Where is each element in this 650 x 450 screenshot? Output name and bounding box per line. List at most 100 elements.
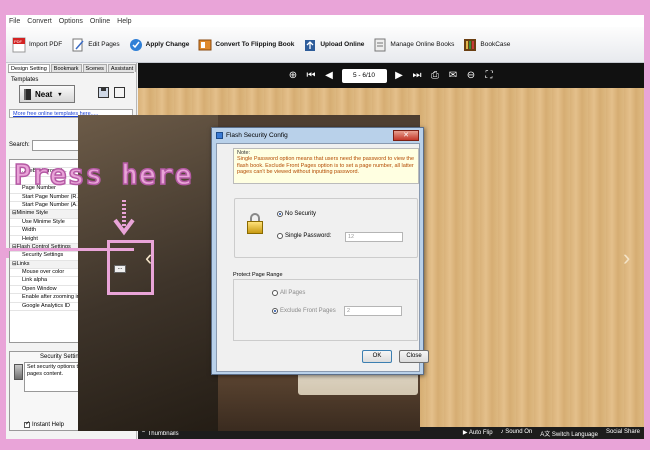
password-field[interactable]: 12 bbox=[345, 232, 403, 242]
property-key: Google Analytics ID bbox=[22, 302, 70, 309]
svg-text:PDF: PDF bbox=[14, 39, 23, 44]
templates-label: Templates bbox=[11, 77, 39, 83]
single-password-radio[interactable] bbox=[277, 233, 283, 239]
property-key: Start Page Number (A... bbox=[22, 201, 81, 208]
convert-button[interactable]: Convert To Flipping Book bbox=[198, 33, 294, 57]
prev-page-icon[interactable]: ◀ bbox=[324, 70, 335, 81]
ok-button[interactable]: OK bbox=[362, 350, 392, 363]
save-icon[interactable] bbox=[98, 87, 109, 98]
tab-scenes[interactable]: Scenes bbox=[82, 64, 107, 72]
no-security-label: No Security bbox=[285, 211, 317, 217]
left-tabs: Design Setting Bookmark Scenes Assistant bbox=[8, 64, 137, 73]
menu-options[interactable]: Options bbox=[59, 18, 83, 25]
protect-range-group: All Pages Exclude Front Pages 2 bbox=[233, 279, 418, 341]
instant-help-checkbox[interactable] bbox=[24, 420, 30, 428]
page-indicator[interactable]: 5 - 6/10 bbox=[341, 68, 387, 83]
sound-button[interactable]: ♪ Sound On bbox=[501, 429, 533, 438]
next-page-icon[interactable]: ▶ bbox=[394, 70, 405, 81]
dialog-close-icon[interactable]: ✕ bbox=[393, 130, 419, 141]
bookcase-button[interactable]: BookCase bbox=[463, 33, 510, 57]
manage-online-label: Manage Online Books bbox=[390, 41, 455, 48]
language-button[interactable]: A文 Switch Language bbox=[540, 429, 598, 438]
print-icon[interactable]: ⎙ bbox=[430, 70, 441, 81]
all-pages-option[interactable]: All Pages bbox=[272, 290, 305, 296]
book-icon bbox=[24, 88, 31, 100]
no-security-option[interactable]: No Security bbox=[277, 211, 316, 217]
social-share-button[interactable]: Social Share bbox=[606, 429, 640, 438]
app-icon bbox=[216, 132, 223, 139]
chevron-down-icon: ▾ bbox=[58, 91, 62, 98]
bookcase-icon bbox=[463, 37, 477, 53]
social-share-label: Social Share bbox=[605, 428, 640, 435]
edit-pages-button[interactable]: Edit Pages bbox=[71, 33, 120, 57]
no-security-radio[interactable] bbox=[277, 211, 283, 217]
import-pdf-button[interactable]: PDF Import PDF bbox=[12, 33, 62, 57]
property-key: Height bbox=[22, 235, 38, 242]
property-key: Link alpha bbox=[22, 277, 48, 284]
toolbar: PDF Import PDF Edit Pages Apply Change C… bbox=[6, 27, 644, 63]
apply-change-icon bbox=[129, 37, 143, 53]
thumbnails-label: Thumbnails bbox=[147, 430, 179, 437]
auto-flip-label: Auto Flip bbox=[468, 429, 493, 436]
manage-online-button[interactable]: Manage Online Books bbox=[373, 33, 454, 57]
page-right-arrow-icon[interactable]: › bbox=[623, 245, 637, 275]
edit-pages-icon bbox=[71, 37, 85, 53]
template-select-button[interactable]: Neat ▾ bbox=[19, 85, 75, 103]
close-button[interactable]: Close bbox=[399, 350, 429, 363]
property-key: Enable after zooming in bbox=[22, 294, 80, 301]
note-text: Single Password option means that users … bbox=[237, 156, 415, 175]
highlight-line-left bbox=[6, 248, 9, 258]
exclude-front-radio[interactable] bbox=[272, 308, 278, 314]
pdf-icon: PDF bbox=[12, 37, 26, 53]
all-pages-radio[interactable] bbox=[272, 290, 278, 296]
apply-change-button[interactable]: Apply Change bbox=[129, 33, 190, 57]
tab-design-setting[interactable]: Design Setting bbox=[8, 64, 50, 72]
email-icon[interactable]: ✉ bbox=[448, 70, 459, 81]
property-key: Use Minime Style bbox=[22, 218, 65, 225]
dialog-titlebar: Flash Security Config bbox=[212, 128, 423, 143]
exclude-front-option[interactable]: Exclude Front Pages bbox=[272, 308, 336, 314]
app-window: File Convert Options Online Help PDF Imp… bbox=[6, 15, 644, 439]
tab-assistant[interactable]: Assistant bbox=[107, 64, 137, 72]
upload-online-label: Upload Online bbox=[320, 41, 365, 48]
zoom-in-icon[interactable]: ⊕ bbox=[288, 70, 299, 81]
language-label: Switch Language bbox=[551, 431, 598, 438]
instant-help-toggle[interactable]: Instant Help bbox=[24, 420, 65, 428]
all-pages-label: All Pages bbox=[280, 290, 306, 296]
menu-help[interactable]: Help bbox=[117, 18, 131, 25]
menu-file[interactable]: File bbox=[9, 18, 20, 25]
upload-icon bbox=[303, 37, 317, 53]
password-group: No Security Single Password: 12 bbox=[234, 198, 418, 258]
template-name: Neat bbox=[35, 89, 53, 99]
down-arrow-annotation-icon bbox=[113, 200, 135, 236]
exclude-pages-field[interactable]: 2 bbox=[344, 306, 402, 316]
bookcase-label: BookCase bbox=[480, 41, 511, 48]
sound-label: Sound On bbox=[505, 428, 533, 435]
security-settings-browse-button[interactable]: ... bbox=[114, 265, 126, 273]
edit-pages-label: Edit Pages bbox=[88, 41, 120, 48]
auto-flip-button[interactable]: ▶ Auto Flip bbox=[463, 429, 493, 438]
property-key: Start Page Number (R... bbox=[22, 193, 81, 200]
export-template-icon[interactable] bbox=[114, 87, 125, 98]
press-here-annotation: Press here bbox=[13, 157, 193, 192]
convert-icon bbox=[198, 37, 212, 53]
upload-online-button[interactable]: Upload Online bbox=[303, 33, 364, 57]
info-icon bbox=[14, 364, 23, 380]
instant-help-label: Instant Help bbox=[32, 422, 65, 428]
menu-convert[interactable]: Convert bbox=[27, 18, 52, 25]
menu-online[interactable]: Online bbox=[90, 18, 110, 25]
preview-navbar: ⊕ ⏮ ◀ 5 - 6/10 ▶ ⏭ ⎙ ✉ ⊖ ⛶ bbox=[138, 63, 644, 88]
tab-bookmark[interactable]: Bookmark bbox=[50, 64, 82, 72]
property-key: Open Window bbox=[22, 285, 57, 292]
single-password-label: Single Password: bbox=[285, 233, 332, 239]
property-key: Width bbox=[22, 227, 37, 234]
single-password-option[interactable]: Single Password: bbox=[277, 233, 331, 239]
last-page-icon[interactable]: ⏭ bbox=[412, 70, 423, 81]
lock-icon bbox=[247, 213, 263, 235]
note-box: Note: Single Password option means that … bbox=[233, 148, 419, 184]
first-page-icon[interactable]: ⏮ bbox=[306, 70, 317, 81]
apply-change-label: Apply Change bbox=[145, 41, 190, 48]
fullscreen-icon[interactable]: ⛶ bbox=[484, 70, 495, 81]
zoom-out-icon[interactable]: ⊖ bbox=[466, 70, 477, 81]
import-pdf-label: Import PDF bbox=[29, 41, 63, 48]
